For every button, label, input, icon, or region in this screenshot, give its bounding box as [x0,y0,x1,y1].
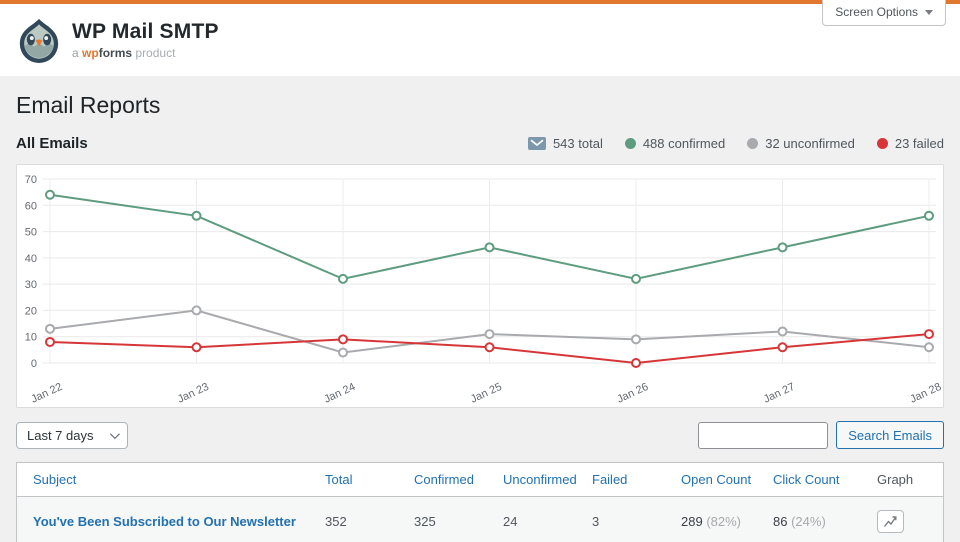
open-count-percent: (82%) [706,514,741,529]
wp-mail-smtp-logo-icon [16,17,62,63]
svg-text:Jan 26: Jan 26 [615,381,650,406]
click-count-percent: (24%) [791,514,826,529]
svg-text:Jan 22: Jan 22 [29,381,64,406]
brand-text: WP Mail SMTP a wpforms product [72,20,219,60]
dot-icon [625,138,636,149]
date-range-select[interactable]: Last 7 days [16,422,128,449]
column-header-click-count[interactable]: Click Count [773,463,877,497]
tagline-wp: wp [82,46,99,60]
line-chart-icon [883,515,898,528]
brand-title: WP Mail SMTP [72,20,219,43]
svg-text:40: 40 [25,253,37,265]
svg-text:20: 20 [25,305,37,317]
legend-label: 23 failed [895,136,944,151]
mail-icon [528,137,546,150]
svg-text:50: 50 [25,227,37,239]
cell-unconfirmed: 24 [503,497,592,542]
svg-text:10: 10 [25,332,37,344]
column-header-failed[interactable]: Failed [592,463,681,497]
svg-text:Jan 27: Jan 27 [762,381,797,406]
column-header-unconfirmed[interactable]: Unconfirmed [503,463,592,497]
screen-options-button[interactable]: Screen Options [822,0,946,26]
tagline-product: product [135,46,175,60]
open-count-value: 289 [681,514,703,529]
legend-label: 488 confirmed [643,136,725,151]
controls-row: Last 7 days Search Emails [16,421,944,449]
svg-text:Jan 23: Jan 23 [176,381,211,406]
chevron-down-icon [109,429,119,439]
page-title: Email Reports [0,76,960,133]
column-header-confirmed[interactable]: Confirmed [414,463,503,497]
chart-card: 0 10 20 30 40 50 60 70 Jan 22 Jan 23 Jan 24 Jan 25 J… [16,164,944,408]
app-header: WP Mail SMTP a wpforms product [0,4,960,76]
svg-text:70: 70 [25,174,37,186]
column-header-open-count[interactable]: Open Count [681,463,773,497]
cell-graph [877,497,943,542]
column-header-graph: Graph [877,463,943,497]
screen-options-label: Screen Options [835,5,918,19]
search-group: Search Emails [698,421,944,449]
search-emails-button[interactable]: Search Emails [836,421,944,449]
svg-text:0: 0 [31,358,37,370]
dot-icon [877,138,888,149]
svg-text:Jan 28: Jan 28 [908,381,943,406]
table-row: You've Been Subscribed to Our Newsletter… [17,497,943,542]
section-title: All Emails [16,135,88,152]
legend-label: 543 total [553,136,603,151]
legend-item: 23 failed [877,136,944,151]
search-input[interactable] [698,422,828,449]
section-header: All Emails 543 total 488 confirmed 32 unco… [0,133,960,164]
click-count-value: 86 [773,514,787,529]
chart-legend: 543 total 488 confirmed 32 unconfirmed 23 f… [528,136,944,151]
svg-text:30: 30 [25,279,37,291]
svg-text:Jan 25: Jan 25 [469,381,504,406]
legend-item: 488 confirmed [625,136,725,151]
cell-failed: 3 [592,497,681,542]
brand-tagline: a wpforms product [72,46,219,60]
column-header-subject[interactable]: Subject [17,463,325,497]
legend-label: 32 unconfirmed [765,136,855,151]
date-range-value: Last 7 days [27,428,94,443]
svg-text:Jan 24: Jan 24 [322,381,357,406]
cell-subject: You've Been Subscribed to Our Newsletter [17,497,325,542]
cell-click-count: 86 (24%) [773,497,877,542]
chevron-down-icon [925,10,933,15]
legend-item: 543 total [528,136,603,151]
tagline-forms: forms [99,46,132,60]
table-header-row: SubjectTotalConfirmedUnconfirmedFailedOp… [17,463,943,497]
row-graph-button[interactable] [877,510,904,533]
emails-chart: 0 10 20 30 40 50 60 70 Jan 22 Jan 23 Jan 24 Jan 25 J… [17,165,943,407]
cell-confirmed: 325 [414,497,503,542]
tagline-a: a [72,46,79,60]
cell-open-count: 289 (82%) [681,497,773,542]
subject-link[interactable]: You've Been Subscribed to Our Newsletter [33,514,296,529]
legend-item: 32 unconfirmed [747,136,855,151]
cell-total: 352 [325,497,414,542]
emails-table: SubjectTotalConfirmedUnconfirmedFailedOp… [16,462,944,542]
column-header-total[interactable]: Total [325,463,414,497]
svg-text:60: 60 [25,200,37,212]
dot-icon [747,138,758,149]
